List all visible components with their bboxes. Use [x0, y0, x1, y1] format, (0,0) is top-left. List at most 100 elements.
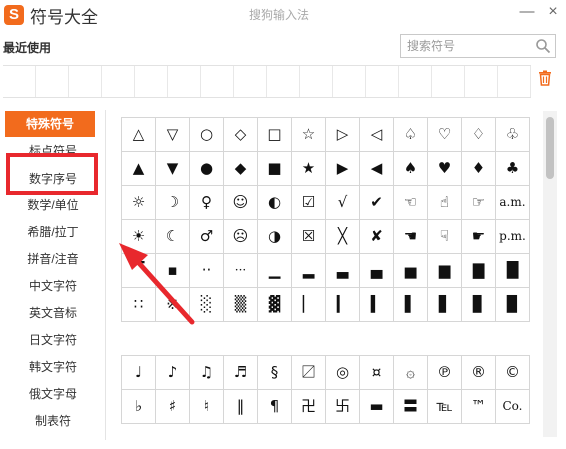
symbol-cell[interactable]: ☝	[428, 186, 462, 220]
symbol-cell[interactable]: ✘	[360, 220, 394, 254]
symbol-cell[interactable]: ♠	[394, 152, 428, 186]
symbol-cell[interactable]: ▍	[360, 288, 394, 322]
symbol-cell[interactable]: ∷	[122, 288, 156, 322]
symbol-cell[interactable]: █	[496, 254, 530, 288]
symbol-cell[interactable]: ♧	[496, 118, 530, 152]
symbol-cell[interactable]: ☀	[122, 220, 156, 254]
symbol-cell[interactable]: ▁	[258, 254, 292, 288]
symbol-cell[interactable]: ▉	[496, 288, 530, 322]
symbol-cell[interactable]: 卐	[326, 390, 360, 424]
symbol-cell[interactable]: ♩	[122, 356, 156, 390]
recent-cell[interactable]	[300, 66, 333, 97]
symbol-cell[interactable]: ℗	[428, 356, 462, 390]
symbol-cell[interactable]: ╳	[326, 220, 360, 254]
symbol-cell[interactable]: ✔	[360, 186, 394, 220]
symbol-cell[interactable]: ¶	[258, 390, 292, 424]
symbol-cell[interactable]: ☑	[292, 186, 326, 220]
symbol-cell[interactable]: ☼	[122, 186, 156, 220]
symbol-cell[interactable]: □	[258, 118, 292, 152]
symbol-cell[interactable]: ©	[496, 356, 530, 390]
symbol-cell[interactable]: ▂	[292, 254, 326, 288]
symbol-cell[interactable]: ◁	[360, 118, 394, 152]
recent-cell[interactable]	[3, 66, 36, 97]
recent-cell[interactable]	[333, 66, 366, 97]
close-button[interactable]: ×	[542, 3, 564, 23]
symbol-cell[interactable]: ♢	[462, 118, 496, 152]
symbol-cell[interactable]: ▋	[428, 288, 462, 322]
symbol-cell[interactable]: ▆	[428, 254, 462, 288]
symbol-cell[interactable]: ¤	[360, 356, 394, 390]
symbol-cell[interactable]: ♤	[394, 118, 428, 152]
symbol-cell[interactable]: ♭	[122, 390, 156, 424]
sidebar-item-chinese[interactable]: 中文字符	[0, 273, 106, 299]
symbol-cell[interactable]: ♫	[190, 356, 224, 390]
symbol-cell[interactable]: ♯	[156, 390, 190, 424]
symbol-cell[interactable]: ۞	[394, 356, 428, 390]
symbol-cell[interactable]: ▒	[224, 288, 258, 322]
symbol-cell[interactable]: ▌	[394, 288, 428, 322]
sidebar-item-numbers[interactable]: 数字序号	[0, 166, 106, 192]
recent-cell[interactable]	[36, 66, 69, 97]
recent-cell[interactable]	[465, 66, 498, 97]
symbol-cell[interactable]: ★	[292, 152, 326, 186]
symbol-cell[interactable]: p.m.	[496, 220, 530, 254]
symbol-cell[interactable]: ◇	[224, 118, 258, 152]
sidebar-item-english-phonetic[interactable]: 英文音标	[0, 300, 106, 326]
symbol-cell[interactable]: ☟	[428, 220, 462, 254]
symbol-cell[interactable]: Co.	[496, 390, 530, 424]
recent-cell[interactable]	[135, 66, 168, 97]
symbol-cell[interactable]: ▪	[156, 254, 190, 288]
minimize-button[interactable]: —	[516, 3, 538, 23]
symbol-cell[interactable]: ▏	[292, 288, 326, 322]
symbol-cell[interactable]: ♀	[190, 186, 224, 220]
symbol-cell[interactable]: ♡	[428, 118, 462, 152]
symbol-cell[interactable]: ▔	[122, 254, 156, 288]
symbol-cell[interactable]: ▄	[360, 254, 394, 288]
symbol-cell[interactable]: a.m.	[496, 186, 530, 220]
recent-cell[interactable]	[69, 66, 102, 97]
symbol-cell[interactable]: ◑	[258, 220, 292, 254]
symbol-cell[interactable]: ☚	[394, 220, 428, 254]
symbol-cell[interactable]: ··	[190, 254, 224, 288]
symbol-cell[interactable]: 卍	[292, 390, 326, 424]
symbol-cell[interactable]: ♥	[428, 152, 462, 186]
symbol-cell[interactable]: §	[258, 356, 292, 390]
symbol-cell[interactable]: ◐	[258, 186, 292, 220]
symbol-cell[interactable]: ☛	[462, 220, 496, 254]
sidebar-item-korean[interactable]: 韩文字符	[0, 354, 106, 380]
symbol-cell[interactable]: ▽	[156, 118, 190, 152]
symbol-cell[interactable]: ☜	[394, 186, 428, 220]
symbol-cell[interactable]: ◆	[224, 152, 258, 186]
symbol-cell[interactable]: ®	[462, 356, 496, 390]
symbol-cell[interactable]: 〓	[394, 390, 428, 424]
symbol-cell[interactable]: ☹	[224, 220, 258, 254]
sidebar-item-japanese[interactable]: 日文字符	[0, 327, 106, 353]
scrollbar-thumb[interactable]	[546, 117, 554, 179]
recent-cell[interactable]	[267, 66, 300, 97]
symbol-cell[interactable]: ☒	[292, 220, 326, 254]
symbol-cell[interactable]: ℡	[428, 390, 462, 424]
symbol-cell[interactable]: ☾	[156, 220, 190, 254]
symbol-cell[interactable]: ♪	[156, 356, 190, 390]
symbol-cell[interactable]: ▃	[326, 254, 360, 288]
sidebar-item-box-drawing[interactable]: 制表符	[0, 408, 106, 434]
recent-cell[interactable]	[234, 66, 267, 97]
recent-cell[interactable]	[102, 66, 135, 97]
symbol-cell[interactable]: ‖	[224, 390, 258, 424]
symbol-cell[interactable]: √	[326, 186, 360, 220]
sidebar-item-punctuation[interactable]: 标点符号	[0, 138, 106, 164]
symbol-cell[interactable]: ■	[258, 152, 292, 186]
symbol-cell[interactable]: ▎	[326, 288, 360, 322]
symbol-cell[interactable]: ♦	[462, 152, 496, 186]
recent-cell[interactable]	[498, 66, 531, 97]
symbol-cell[interactable]: ▇	[462, 254, 496, 288]
symbol-cell[interactable]: ▓	[258, 288, 292, 322]
scrollbar[interactable]	[543, 111, 557, 437]
symbol-cell[interactable]: ♂	[190, 220, 224, 254]
symbol-cell[interactable]: ···	[224, 254, 258, 288]
sidebar-item-greek-latin[interactable]: 希腊/拉丁	[0, 219, 106, 245]
symbol-cell[interactable]: ▼	[156, 152, 190, 186]
symbol-cell[interactable]: ☆	[292, 118, 326, 152]
symbol-cell[interactable]: △	[122, 118, 156, 152]
symbol-cell[interactable]: ♬	[224, 356, 258, 390]
